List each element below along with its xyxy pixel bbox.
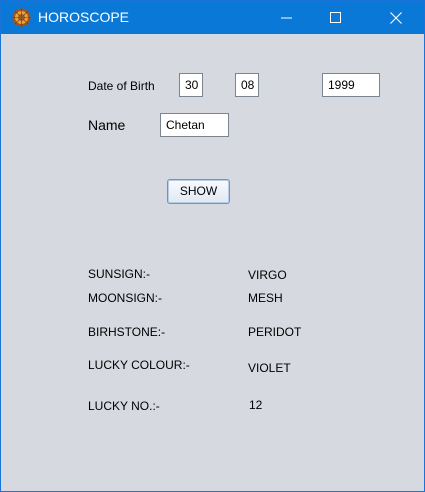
name-field[interactable]: Chetan bbox=[160, 113, 229, 137]
lucky-colour-value: VIOLET bbox=[248, 361, 291, 375]
zodiac-wheel-icon bbox=[12, 8, 31, 27]
name-label: Name bbox=[88, 117, 126, 133]
day-field[interactable]: 30 bbox=[179, 73, 203, 97]
lucky-number-value: 12 bbox=[249, 398, 263, 412]
sunsign-label: SUNSIGN:- bbox=[88, 267, 151, 281]
birthstone-value: PERIDOT bbox=[248, 325, 302, 339]
minimize-button[interactable] bbox=[264, 1, 310, 34]
month-field[interactable]: 08 bbox=[235, 73, 259, 97]
sunsign-value: VIRGO bbox=[248, 268, 287, 282]
maximize-button[interactable] bbox=[313, 1, 359, 34]
moonsign-value: MESH bbox=[248, 291, 283, 305]
birthstone-label: BIRHSTONE:- bbox=[88, 325, 166, 339]
moonsign-label: MOONSIGN:- bbox=[88, 291, 162, 305]
close-icon bbox=[390, 12, 402, 24]
year-field[interactable]: 1999 bbox=[322, 73, 380, 97]
title-bar[interactable]: HOROSCOPE bbox=[1, 1, 424, 34]
window-title: HOROSCOPE bbox=[38, 9, 130, 25]
dob-label: Date of Birth bbox=[88, 79, 155, 93]
show-button[interactable]: SHOW bbox=[167, 179, 230, 204]
lucky-colour-label: LUCKY COLOUR:- bbox=[88, 358, 190, 372]
maximize-icon bbox=[330, 12, 341, 23]
close-button[interactable] bbox=[373, 1, 419, 34]
horoscope-window: HOROSCOPE Date of Birth 30 08 1999 Name … bbox=[0, 0, 425, 492]
minimize-icon bbox=[281, 17, 292, 19]
lucky-number-label: LUCKY NO.:- bbox=[88, 399, 160, 413]
